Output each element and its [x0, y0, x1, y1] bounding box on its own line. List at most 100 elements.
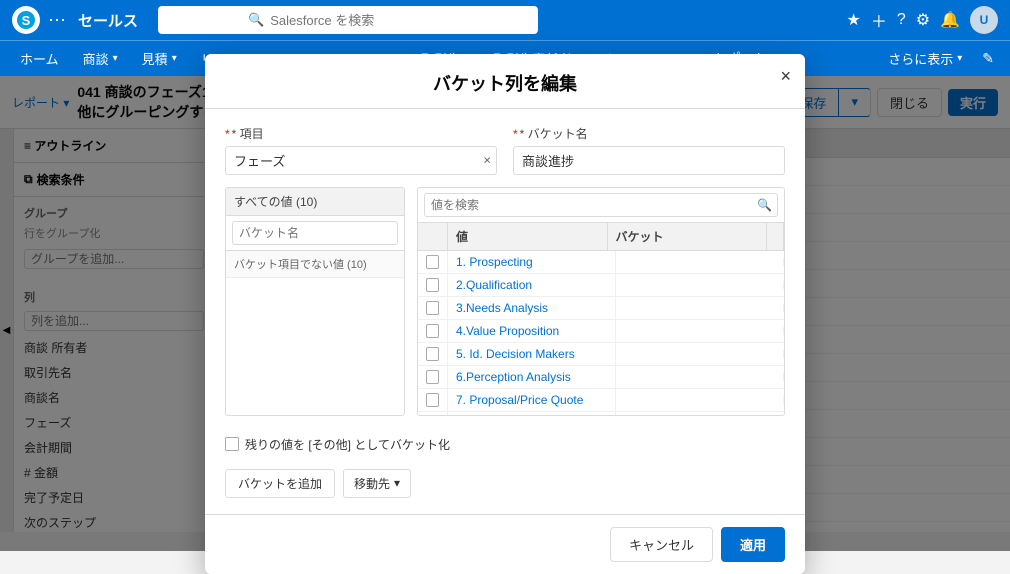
- search-scope-dropdown[interactable]: すべて: [166, 6, 242, 34]
- apply-button[interactable]: 適用: [721, 527, 785, 562]
- field-label: * 項目: [225, 125, 497, 142]
- modal-title: バケット列を編集: [225, 70, 785, 96]
- app-switcher-icon[interactable]: ⋯: [48, 10, 66, 31]
- nav-item-deals[interactable]: 商談▾: [71, 41, 130, 77]
- notifications-icon[interactable]: 🔔: [940, 10, 960, 30]
- field-input[interactable]: [225, 146, 497, 175]
- content-area: レポート ▾ 041 商談のフェーズ1/2/3を商談初期 4以降をその他にグルー…: [0, 76, 1010, 551]
- modal-dialog: バケット列を編集 × * 項目 × * バケット名: [205, 54, 805, 574]
- remain-checkbox-row: 残りの値を [その他] としてバケット化: [225, 428, 785, 457]
- settings-icon[interactable]: ⚙: [916, 10, 930, 30]
- all-values-header: すべての値 (10): [226, 188, 404, 216]
- move-dropdown-icon: ▾: [394, 476, 400, 490]
- values-table: 値 バケット 1. Prospecting 2.Qualification 3.…: [418, 223, 784, 415]
- value-checkbox[interactable]: [426, 278, 439, 292]
- vtd-check[interactable]: [418, 274, 448, 296]
- nav-item-more[interactable]: さらに表示▾: [876, 41, 974, 77]
- modal-overlay: バケット列を編集 × * 項目 × * バケット名: [0, 76, 1010, 551]
- avatar[interactable]: U: [970, 6, 998, 34]
- value-row[interactable]: 7. Proposal/Price Quote: [418, 389, 784, 412]
- value-row[interactable]: 4.Value Proposition: [418, 320, 784, 343]
- favorites-icon[interactable]: ★: [846, 10, 860, 30]
- vth-check: [418, 223, 448, 250]
- vtd-bucket: [616, 304, 784, 312]
- value-checkbox[interactable]: [426, 370, 439, 384]
- nav-arrow: ▾: [957, 53, 962, 64]
- vtd-value: 7. Proposal/Price Quote: [448, 389, 616, 411]
- search-input[interactable]: [270, 13, 530, 28]
- field-clear-icon[interactable]: ×: [483, 153, 491, 168]
- vtd-value: 1. Prospecting: [448, 251, 616, 273]
- nav-edit-icon[interactable]: ✎: [974, 50, 1002, 67]
- vtd-check[interactable]: [418, 251, 448, 273]
- field-input-wrapper: ×: [225, 146, 497, 175]
- value-row[interactable]: 1. Prospecting: [418, 251, 784, 274]
- vtd-bucket: [616, 281, 784, 289]
- vtd-check[interactable]: [418, 389, 448, 411]
- nav-arrow: ▾: [113, 53, 118, 64]
- add-icon[interactable]: ＋: [871, 8, 887, 32]
- not-bucket-header: バケット項目でない値 (10): [226, 251, 404, 278]
- value-search-panel: 🔍: [418, 188, 784, 223]
- value-search-input[interactable]: [424, 193, 778, 217]
- bucket-name-group: * バケット名: [513, 125, 785, 175]
- modal-close-button[interactable]: ×: [780, 66, 791, 87]
- value-checkbox[interactable]: [426, 393, 439, 407]
- vtd-value: 6.Perception Analysis: [448, 366, 616, 388]
- cancel-button[interactable]: キャンセル: [610, 527, 713, 562]
- nav-item-quotes[interactable]: 見積▾: [130, 41, 189, 77]
- vtd-bucket: [616, 396, 784, 404]
- search-bar: すべて 🔍: [158, 6, 538, 34]
- remain-label: 残りの値を [その他] としてバケット化: [245, 436, 450, 453]
- left-values-list: バケット項目でない値 (10): [226, 251, 404, 415]
- vth-value: 値: [448, 223, 608, 250]
- vth-bucket: バケット: [608, 223, 768, 250]
- value-checkbox[interactable]: [426, 347, 439, 361]
- value-row[interactable]: 2.Qualification: [418, 274, 784, 297]
- salesforce-logo: S: [12, 6, 40, 34]
- top-bar: S ⋯ セールス すべて 🔍 ★ ＋ ? ⚙ 🔔 U: [0, 0, 1010, 40]
- value-row[interactable]: 6.Perception Analysis: [418, 366, 784, 389]
- vtd-value: 2.Qualification: [448, 274, 616, 296]
- vtd-check[interactable]: [418, 366, 448, 388]
- bucket-name-input[interactable]: [513, 146, 785, 175]
- vtd-bucket: [616, 350, 784, 358]
- vtd-check[interactable]: [418, 343, 448, 365]
- vth-scroll: [767, 223, 784, 250]
- search-icon: 🔍: [248, 12, 264, 28]
- bucket-name-typing-input[interactable]: [232, 221, 398, 245]
- nav-arrow: ▾: [172, 53, 177, 64]
- value-checkbox[interactable]: [426, 255, 439, 269]
- vtd-check[interactable]: [418, 412, 448, 415]
- value-checkbox[interactable]: [426, 324, 439, 338]
- left-values-panel: すべての値 (10) バケット項目でない値 (10): [225, 187, 405, 416]
- bucket-input-row: [226, 216, 404, 251]
- modal-top-fields: * 項目 × * バケット名: [225, 125, 785, 175]
- vtd-check[interactable]: [418, 320, 448, 342]
- value-row[interactable]: 5. Id. Decision Makers: [418, 343, 784, 366]
- values-table-header: 値 バケット: [418, 223, 784, 251]
- modal-footer: キャンセル 適用: [205, 514, 805, 574]
- values-rows: 1. Prospecting 2.Qualification 3.Needs A…: [418, 251, 784, 415]
- nav-item-home[interactable]: ホーム: [8, 41, 71, 77]
- add-bucket-button[interactable]: バケットを追加: [225, 469, 335, 498]
- value-row[interactable]: 8. Negotiation/Review: [418, 412, 784, 415]
- vtd-bucket: [616, 373, 784, 381]
- help-icon[interactable]: ?: [897, 11, 906, 29]
- app-name: セールス: [78, 10, 138, 31]
- value-search-icon: 🔍: [757, 198, 772, 212]
- svg-text:S: S: [22, 13, 31, 28]
- modal-body: * 項目 × * バケット名 すべての値 (10): [205, 109, 805, 514]
- vtd-check[interactable]: [418, 297, 448, 319]
- vtd-value: 5. Id. Decision Makers: [448, 343, 616, 365]
- vtd-bucket: [616, 327, 784, 335]
- remain-checkbox[interactable]: [225, 437, 239, 451]
- bottom-actions: バケットを追加 移動先 ▾: [225, 469, 785, 498]
- move-button[interactable]: 移動先 ▾: [343, 469, 411, 498]
- field-group: * 項目 ×: [225, 125, 497, 175]
- value-row[interactable]: 3.Needs Analysis: [418, 297, 784, 320]
- bucket-name-label: * バケット名: [513, 125, 785, 142]
- value-checkbox[interactable]: [426, 301, 439, 315]
- modal-header: バケット列を編集 ×: [205, 54, 805, 109]
- top-right-icons: ★ ＋ ? ⚙ 🔔 U: [846, 6, 998, 34]
